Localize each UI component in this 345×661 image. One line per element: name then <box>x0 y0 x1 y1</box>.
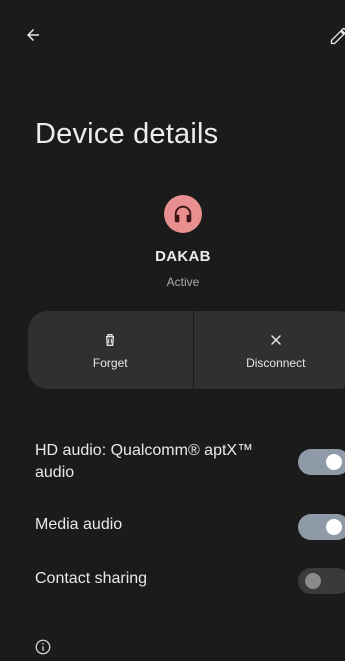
hd-audio-toggle[interactable] <box>298 449 345 475</box>
setting-contact-sharing[interactable]: Contact sharing <box>35 568 345 590</box>
media-audio-toggle[interactable] <box>298 514 345 540</box>
forget-label: Forget <box>93 356 128 370</box>
disconnect-label: Disconnect <box>246 356 305 370</box>
forget-button[interactable]: Forget <box>28 311 193 389</box>
info-icon <box>34 638 52 656</box>
toggle-knob <box>326 454 342 470</box>
setting-hd-audio[interactable]: HD audio: Qualcomm® aptX™ audio <box>35 440 345 484</box>
hd-audio-label: HD audio: Qualcomm® aptX™ audio <box>35 440 285 484</box>
arrow-back-icon <box>24 26 42 44</box>
edit-button[interactable] <box>329 26 345 54</box>
media-audio-label: Media audio <box>35 514 285 536</box>
top-app-bar <box>0 0 345 70</box>
device-name: DAKAB <box>0 248 345 265</box>
page-title: Device details <box>35 118 218 151</box>
disconnect-button[interactable]: Disconnect <box>194 311 345 389</box>
toggle-knob <box>305 573 321 589</box>
close-icon <box>268 330 284 350</box>
toggle-knob <box>326 519 342 535</box>
device-avatar <box>164 195 202 233</box>
device-actions-panel: Forget Disconnect <box>28 311 345 389</box>
pencil-edit-icon <box>329 26 345 46</box>
setting-media-audio[interactable]: Media audio <box>35 514 345 536</box>
device-status: Active <box>0 275 345 289</box>
device-details-screen: Device details DAKAB Active Forget Dis <box>0 0 345 660</box>
contact-sharing-toggle[interactable] <box>298 568 345 594</box>
headphones-icon <box>172 203 194 225</box>
back-button[interactable] <box>24 26 52 54</box>
trash-icon <box>102 330 118 350</box>
contact-sharing-label: Contact sharing <box>35 568 285 590</box>
